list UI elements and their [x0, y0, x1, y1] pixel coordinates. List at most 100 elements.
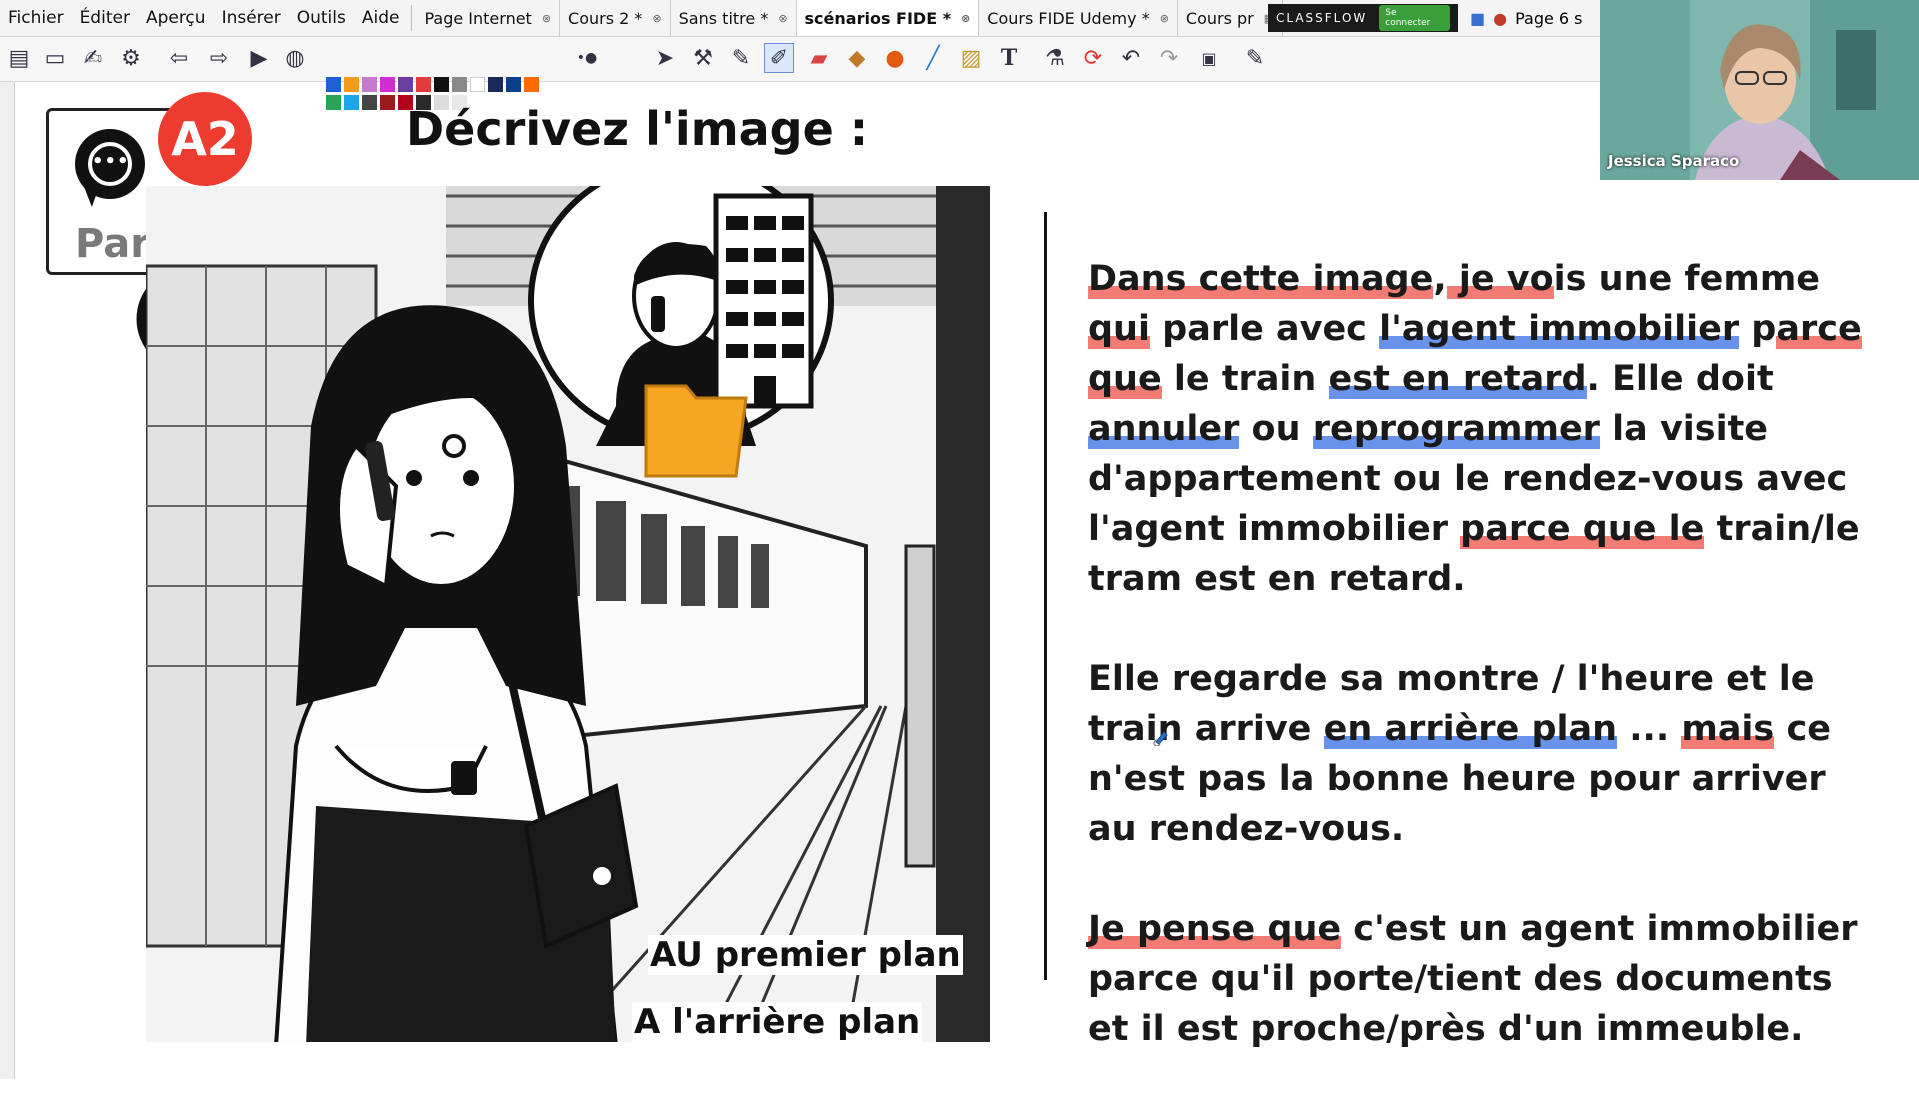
menu-fichier[interactable]: Fichier [0, 0, 72, 36]
clapper-icon[interactable]: ▨ [956, 43, 986, 73]
color-swatch[interactable] [524, 77, 539, 92]
color-swatch[interactable] [326, 95, 341, 110]
classflow-logo: CLASSFLOW [1276, 11, 1368, 25]
doc-tab-cours-2[interactable]: Cours 2 * ⊗ [560, 0, 671, 36]
highlighted-text: est en retard [1328, 359, 1587, 399]
page-indicator: ■ ● Page 6 s [1470, 0, 1583, 36]
classflow-banner: CLASSFLOW Se connecter [1268, 4, 1458, 32]
speech-bubble-icon: ••• [75, 129, 145, 199]
eraser-icon[interactable]: ▰ [804, 43, 834, 73]
color-swatch[interactable] [416, 77, 431, 92]
id-card-icon[interactable]: ▭ [40, 43, 70, 73]
redo-icon[interactable]: ↷ [1154, 43, 1184, 73]
highlighted-text: qui [1088, 309, 1150, 349]
color-swatch[interactable] [380, 77, 395, 92]
classflow-connect-button[interactable]: Se connecter [1379, 5, 1450, 31]
menu-inserer[interactable]: Insérer [214, 0, 289, 36]
text-segment: , [1433, 259, 1447, 299]
doc-tab-label: Cours FIDE Udemy * [987, 8, 1150, 28]
doc-tab-label: Page Internet [424, 8, 532, 28]
caption-background: A l'arrière plan [632, 1002, 923, 1042]
doc-tab-label: Sans titre * [678, 8, 769, 28]
page-icon[interactable]: ▣ [1194, 43, 1224, 73]
doc-tab-cours-fide-udemy[interactable]: Cours FIDE Udemy * ⊗ [979, 0, 1178, 36]
text-segment: le train [1161, 359, 1329, 399]
record-icon[interactable]: ● [1493, 9, 1507, 28]
play-icon[interactable]: ▶ [244, 43, 274, 73]
menu-editer[interactable]: Éditer [72, 0, 138, 36]
menu-separator [411, 5, 413, 31]
doc-tab-sans-titre[interactable]: Sans titre * ⊗ [671, 0, 797, 36]
paragraph: Dans cette image, je vois une femme qui … [1088, 254, 1868, 604]
close-icon[interactable]: ⊗ [778, 12, 787, 25]
color-swatch[interactable] [380, 95, 395, 110]
color-swatch[interactable] [452, 77, 467, 92]
flipchart-icon[interactable]: ▤ [4, 43, 34, 73]
edit-icon[interactable]: ✎ [1240, 43, 1270, 73]
text-icon[interactable]: T [994, 43, 1024, 73]
close-icon[interactable]: ⊗ [542, 12, 551, 25]
undo-icon[interactable]: ↶ [1116, 43, 1146, 73]
doc-tab-page-internet[interactable]: Page Internet ⊗ [416, 0, 561, 36]
menu-apercu[interactable]: Aperçu [138, 0, 214, 36]
left-scrollbar[interactable] [0, 82, 15, 1079]
highlighted-text: l'agent immobilier [1379, 309, 1740, 349]
participant-name: Jessica Sparaco [1608, 152, 1740, 170]
color-swatch[interactable] [344, 95, 359, 110]
text-segment: ... [1617, 709, 1682, 749]
signature-icon[interactable]: ✍ [78, 43, 108, 73]
pen-width-icon[interactable]: •● [572, 43, 602, 73]
close-icon[interactable]: ⊗ [1160, 12, 1169, 25]
doc-tab-label: Cours 2 * [568, 8, 643, 28]
text-segment: . Elle doit [1586, 359, 1774, 399]
globe-icon[interactable]: ◍ [280, 43, 310, 73]
highlighted-text: annuler [1088, 409, 1240, 449]
tools-icon[interactable]: ⚒ [688, 43, 718, 73]
close-icon[interactable]: ⊗ [961, 12, 970, 25]
shape-icon[interactable]: ● [880, 43, 910, 73]
caption-foreground: AU premier plan [648, 935, 963, 975]
page-number: Page 6 s [1515, 8, 1583, 28]
pen-icon[interactable]: ✎ [726, 43, 756, 73]
puzzle-icon[interactable]: ■ [1470, 9, 1485, 28]
highlighter-icon[interactable]: ✐ [764, 43, 794, 73]
color-swatch[interactable] [488, 77, 503, 92]
highlighted-text: Dans cette image [1088, 259, 1434, 299]
close-icon[interactable]: ⊗ [652, 12, 661, 25]
pen-cursor-icon [1153, 731, 1168, 746]
doc-tab-scenarios-fide[interactable]: scénarios FIDE * ⊗ [796, 0, 980, 36]
highlighted-text: mais [1681, 709, 1775, 749]
text-segment: parle avec [1149, 309, 1380, 349]
text-segment: is une femme [1553, 259, 1821, 299]
color-swatch[interactable] [362, 77, 377, 92]
color-swatch[interactable] [470, 77, 485, 92]
station-illustration [146, 186, 990, 1042]
color-swatch[interactable] [398, 77, 413, 92]
highlighted-text: reprogrammer [1312, 409, 1600, 449]
back-icon[interactable]: ⇦ [164, 43, 194, 73]
webcam-feed: Jessica Sparaco [1600, 0, 1919, 180]
slide-title: Décrivez l'image : [406, 102, 869, 156]
highlighted-text: parce que le [1460, 509, 1705, 549]
menu-outils[interactable]: Outils [289, 0, 354, 36]
paragraph: Je pense que c'est un agent immobilier p… [1088, 904, 1868, 1054]
highlighted-text: Je pense que [1088, 909, 1342, 949]
toolbar: ▤ ▭ ✍ ⚙ ⇦ ⇨ ▶ ◍ •● ➤ ⚒ ✎ ✐ ▰ ◆ ● ╱ ▨ T ⚗… [0, 37, 1600, 110]
color-swatch[interactable] [434, 77, 449, 92]
pointer-icon[interactable]: ➤ [650, 43, 680, 73]
color-swatch[interactable] [326, 77, 341, 92]
text-segment: ou [1239, 409, 1313, 449]
doc-tab-label: scénarios FIDE * [804, 8, 952, 28]
description-text: Dans cette image, je vois une femme qui … [1088, 254, 1868, 1104]
menu-aide[interactable]: Aide [354, 0, 408, 36]
fill-icon[interactable]: ◆ [842, 43, 872, 73]
connector-icon[interactable]: ╱ [918, 43, 948, 73]
color-swatch[interactable] [506, 77, 521, 92]
settings-icon[interactable]: ⚙ [116, 43, 146, 73]
forward-icon[interactable]: ⇨ [204, 43, 234, 73]
doc-tab-label: Cours pr [1185, 8, 1254, 28]
reset-icon[interactable]: ⟳ [1078, 43, 1108, 73]
color-swatch[interactable] [362, 95, 377, 110]
color-swatch[interactable] [344, 77, 359, 92]
clear-icon[interactable]: ⚗ [1040, 43, 1070, 73]
